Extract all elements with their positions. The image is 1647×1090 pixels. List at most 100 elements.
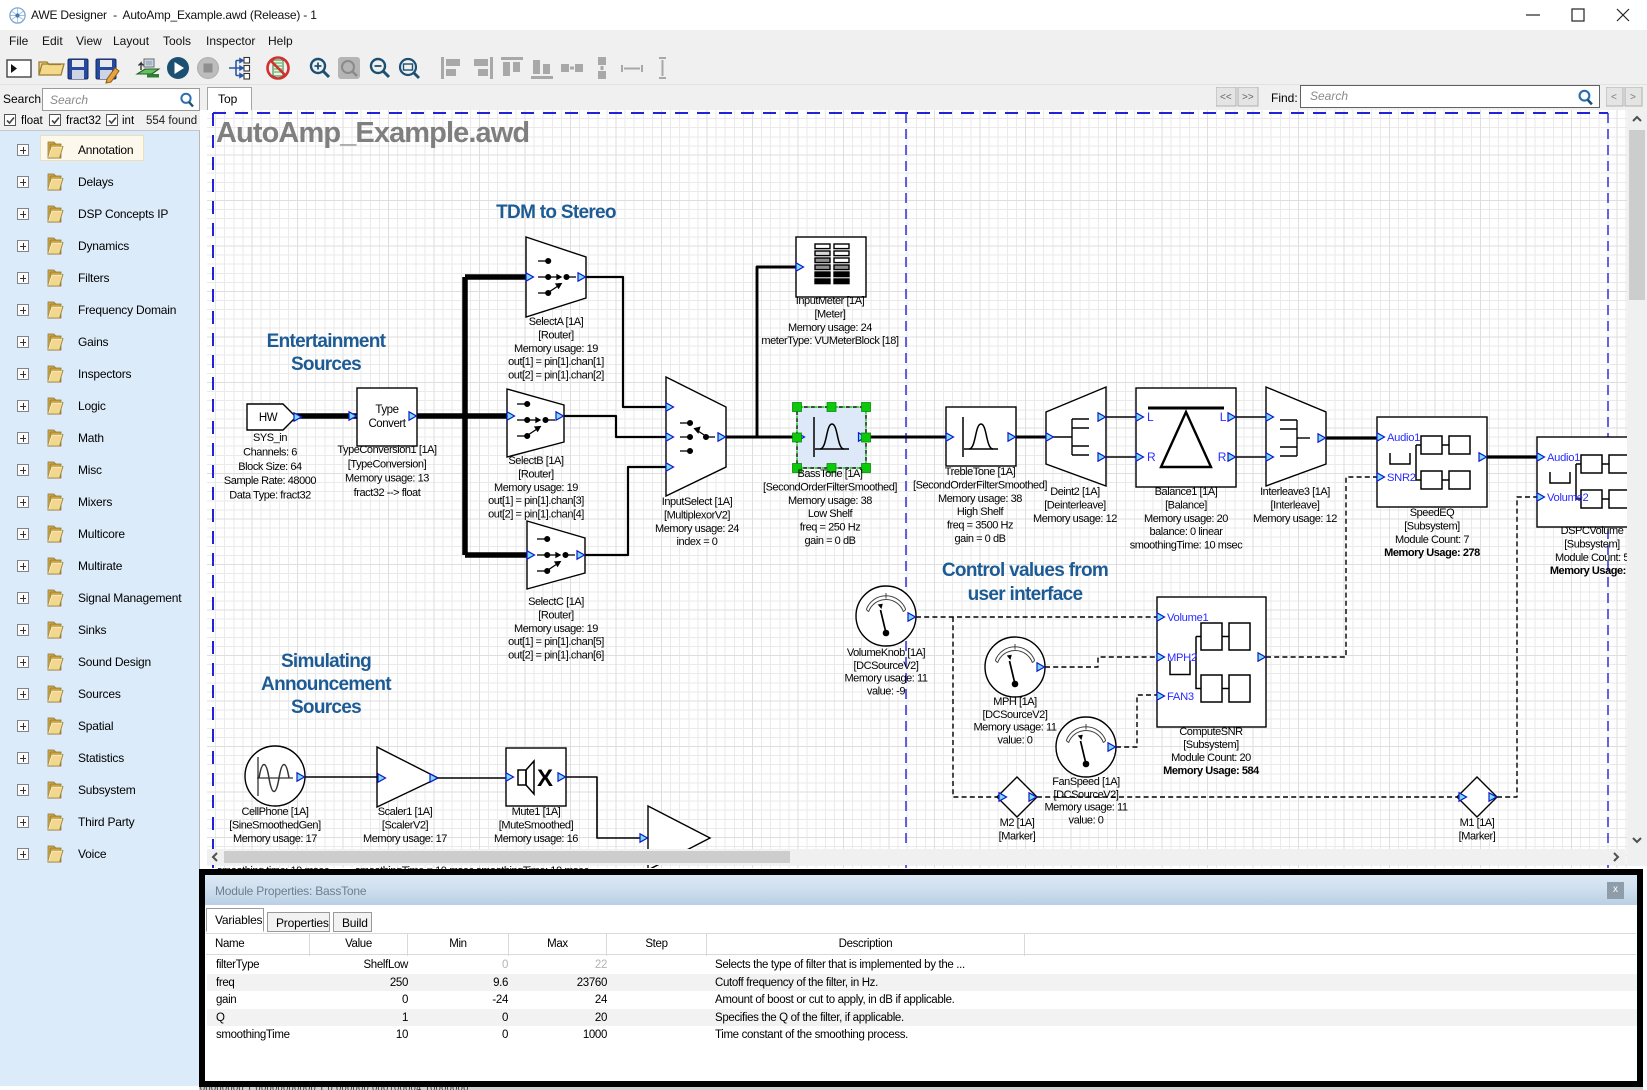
svg-text:[Marker]: [Marker] bbox=[1459, 830, 1496, 842]
svg-text:Channels: 6: Channels: 6 bbox=[243, 446, 297, 458]
svg-text:[Meter]: [Meter] bbox=[814, 308, 845, 320]
svg-text:InputMeter [1A]: InputMeter [1A] bbox=[796, 295, 865, 307]
svg-text:M2 [1A]: M2 [1A] bbox=[1000, 817, 1035, 829]
svg-text:X: X bbox=[537, 765, 553, 792]
svg-text:MPH [1A]: MPH [1A] bbox=[993, 696, 1037, 708]
svg-text:[MultiplexorV2]: [MultiplexorV2] bbox=[664, 509, 730, 521]
svg-text:balance: 0 linear: balance: 0 linear bbox=[1149, 526, 1223, 538]
svg-text:Entertainment: Entertainment bbox=[267, 331, 387, 352]
svg-text:Type: Type bbox=[375, 404, 398, 416]
svg-text:Memory usage: 38: Memory usage: 38 bbox=[788, 495, 872, 507]
svg-text:Memory usage: 11: Memory usage: 11 bbox=[844, 673, 927, 685]
svg-text:[Subsystem]: [Subsystem] bbox=[1564, 538, 1620, 550]
svg-text:Memory usage: 19: Memory usage: 19 bbox=[514, 623, 598, 635]
svg-text:[SineSmoothedGen]: [SineSmoothedGen] bbox=[229, 819, 321, 831]
svg-text:L: L bbox=[1220, 410, 1227, 424]
svg-text:ComputeSNR: ComputeSNR bbox=[1179, 726, 1243, 738]
svg-text:Memory usage: 19: Memory usage: 19 bbox=[514, 343, 598, 355]
svg-text:Audio1: Audio1 bbox=[1387, 432, 1420, 444]
svg-text:Announcement: Announcement bbox=[261, 674, 392, 695]
svg-text:L: L bbox=[1147, 410, 1154, 424]
svg-text:BassTone [1A]: BassTone [1A] bbox=[797, 468, 862, 480]
svg-text:Memory usage: 17: Memory usage: 17 bbox=[233, 833, 317, 845]
svg-text:SYS_in: SYS_in bbox=[253, 432, 287, 444]
svg-text:user interface: user interface bbox=[968, 584, 1083, 605]
svg-text:TrebleTone [1A]: TrebleTone [1A] bbox=[945, 466, 1016, 478]
svg-text:R: R bbox=[1147, 450, 1156, 464]
svg-text:Sources: Sources bbox=[291, 354, 361, 375]
svg-text:Memory usage: 38: Memory usage: 38 bbox=[938, 493, 1022, 505]
svg-text:[SecondOrderFilterSmoothed]: [SecondOrderFilterSmoothed] bbox=[763, 481, 897, 493]
svg-text:Memory usage: 20: Memory usage: 20 bbox=[1144, 513, 1228, 525]
svg-text:out[1] = pin[1].chan[5]: out[1] = pin[1].chan[5] bbox=[508, 636, 604, 648]
svg-text:meterType: VUMeterBlock [18]: meterType: VUMeterBlock [18] bbox=[761, 335, 899, 347]
svg-text:Sources: Sources bbox=[291, 697, 361, 718]
svg-text:Simulating: Simulating bbox=[281, 651, 371, 672]
svg-text:smoothingTime: 10 msec: smoothingTime: 10 msec bbox=[1130, 540, 1244, 552]
svg-text:Audio1: Audio1 bbox=[1547, 452, 1580, 464]
svg-text:[TypeConversion]: [TypeConversion] bbox=[348, 458, 427, 470]
svg-text:R: R bbox=[1218, 450, 1227, 464]
svg-text:[SecondOrderFilterSmoothed]: [SecondOrderFilterSmoothed] bbox=[913, 479, 1047, 491]
svg-text:Module Count: 20: Module Count: 20 bbox=[1171, 752, 1251, 764]
svg-text:out[1] = pin[1].chan[1]: out[1] = pin[1].chan[1] bbox=[508, 356, 604, 368]
svg-text:Memory usage: 19: Memory usage: 19 bbox=[494, 482, 578, 494]
svg-text:[Balance]: [Balance] bbox=[1165, 499, 1207, 511]
svg-text:fract32 --> float: fract32 --> float bbox=[354, 487, 421, 499]
svg-text:Scaler1 [1A]: Scaler1 [1A] bbox=[378, 806, 433, 818]
svg-text:Memory usage: 11: Memory usage: 11 bbox=[1044, 802, 1127, 814]
svg-text:Data Type: fract32: Data Type: fract32 bbox=[229, 490, 311, 502]
svg-text:InputSelect [1A]: InputSelect [1A] bbox=[662, 496, 733, 508]
svg-text:FanSpeed [1A]: FanSpeed [1A] bbox=[1052, 776, 1120, 788]
svg-text:<: < bbox=[1611, 92, 1617, 103]
svg-text:SpeedEQ: SpeedEQ bbox=[1410, 507, 1455, 519]
svg-text:Sample Rate: 48000: Sample Rate: 48000 bbox=[224, 475, 317, 487]
svg-text:gain = 0 dB: gain = 0 dB bbox=[954, 533, 1005, 545]
svg-text:freq = 3500 Hz: freq = 3500 Hz bbox=[947, 520, 1013, 532]
svg-text:VolumeKnob [1A]: VolumeKnob [1A] bbox=[847, 647, 926, 659]
svg-text:Memory usage: 24: Memory usage: 24 bbox=[655, 523, 739, 535]
svg-text:Balance1 [1A]: Balance1 [1A] bbox=[1155, 486, 1218, 498]
svg-text:[DCSourceV2]: [DCSourceV2] bbox=[1054, 789, 1119, 801]
svg-text:[Router]: [Router] bbox=[538, 329, 574, 341]
svg-text:Mute1 [1A]: Mute1 [1A] bbox=[512, 806, 561, 818]
svg-text:>: > bbox=[1630, 92, 1636, 103]
svg-text:[Subsystem]: [Subsystem] bbox=[1183, 739, 1239, 751]
svg-text:freq = 250 Hz: freq = 250 Hz bbox=[800, 522, 861, 534]
svg-text:Module Count: 5: Module Count: 5 bbox=[1555, 552, 1627, 564]
svg-text:>>: >> bbox=[1242, 92, 1254, 103]
svg-text:SelectA [1A]: SelectA [1A] bbox=[529, 316, 584, 328]
svg-text:Memory usage: 12: Memory usage: 12 bbox=[1033, 513, 1117, 525]
svg-text:Low Shelf: Low Shelf bbox=[808, 508, 854, 520]
svg-text:Volume1: Volume1 bbox=[1167, 612, 1209, 624]
svg-text:[Deinterleave]: [Deinterleave] bbox=[1044, 499, 1106, 511]
svg-text:TypeConversion1 [1A]: TypeConversion1 [1A] bbox=[337, 444, 437, 456]
svg-text:High Shelf: High Shelf bbox=[957, 506, 1005, 518]
svg-text:CellPhone [1A]: CellPhone [1A] bbox=[241, 806, 308, 818]
svg-text:Memory usage: 16: Memory usage: 16 bbox=[494, 833, 578, 845]
svg-text:Block Size: 64: Block Size: 64 bbox=[238, 461, 302, 473]
svg-text:Module Count: 7: Module Count: 7 bbox=[1395, 534, 1469, 546]
svg-text:SelectC [1A]: SelectC [1A] bbox=[528, 596, 584, 608]
svg-text:out[2] = pin[1].chan[2]: out[2] = pin[1].chan[2] bbox=[508, 370, 604, 382]
svg-text:TDM to Stereo: TDM to Stereo bbox=[496, 202, 616, 223]
svg-text:[ScalerV2]: [ScalerV2] bbox=[382, 819, 429, 831]
svg-text:Memory usage: 12: Memory usage: 12 bbox=[1253, 513, 1337, 525]
svg-text:index = 0: index = 0 bbox=[677, 536, 718, 548]
svg-text:gain = 0 dB: gain = 0 dB bbox=[804, 535, 855, 547]
svg-text:Volume2: Volume2 bbox=[1547, 492, 1589, 504]
svg-text:[Router]: [Router] bbox=[538, 609, 574, 621]
svg-text:[MuteSmoothed]: [MuteSmoothed] bbox=[499, 819, 574, 831]
svg-text:Memory Usage: 5: Memory Usage: 5 bbox=[1550, 565, 1627, 577]
svg-text:Memory Usage: 278: Memory Usage: 278 bbox=[1384, 547, 1480, 559]
svg-text:value: 0: value: 0 bbox=[998, 734, 1033, 746]
svg-text:[Subsystem]: [Subsystem] bbox=[1404, 520, 1460, 532]
svg-text:SNR2: SNR2 bbox=[1387, 472, 1416, 484]
svg-text:MPH2: MPH2 bbox=[1167, 652, 1197, 664]
svg-text:[Router]: [Router] bbox=[518, 468, 554, 480]
svg-text:value: -9: value: -9 bbox=[867, 685, 905, 697]
svg-text:Convert: Convert bbox=[368, 418, 406, 430]
svg-text:[DCSourceV2]: [DCSourceV2] bbox=[854, 660, 919, 672]
svg-text:out[2] = pin[1].chan[6]: out[2] = pin[1].chan[6] bbox=[508, 650, 604, 662]
svg-text:FAN3: FAN3 bbox=[1167, 691, 1194, 703]
